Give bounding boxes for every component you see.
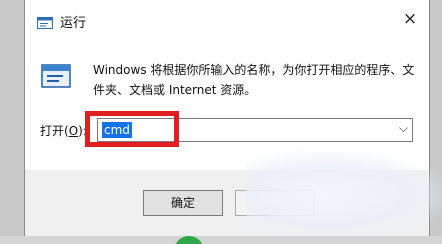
title-bar[interactable]: 运行 × xyxy=(25,0,429,38)
chevron-down-icon[interactable]: ⌵ xyxy=(399,121,408,136)
ok-button[interactable]: 确定 xyxy=(143,190,223,216)
highlight-box xyxy=(85,111,179,147)
open-label-accesskey: O xyxy=(68,124,79,138)
taskbar xyxy=(0,236,442,244)
open-label: 打开(O): xyxy=(40,122,87,139)
blur-overlay xyxy=(246,150,442,240)
window-title: 运行 xyxy=(60,16,87,31)
run-icon xyxy=(37,14,53,33)
open-label-prefix: 打开( xyxy=(40,124,69,138)
run-program-icon xyxy=(39,62,73,94)
run-description: Windows 将根据你所输入的名称，为你打开相应的程序、文件夹、文档或 Int… xyxy=(93,63,415,97)
close-icon[interactable]: × xyxy=(399,8,421,30)
